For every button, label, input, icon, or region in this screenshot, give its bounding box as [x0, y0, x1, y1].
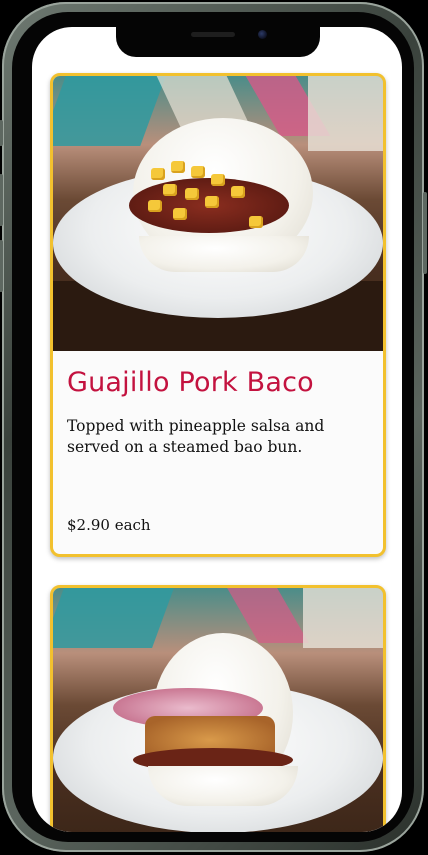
menu-item-card[interactable]: Guajillo Pork Baco Topped with pineapple…	[50, 73, 386, 557]
front-camera-icon	[258, 30, 267, 39]
screen: Guajillo Pork Baco Topped with pineapple…	[32, 27, 402, 832]
power-button	[423, 192, 427, 274]
menu-item-card[interactable]	[50, 585, 386, 832]
speaker-grille	[191, 32, 235, 37]
menu-item-price: $2.90 each	[67, 516, 151, 534]
notch	[116, 27, 320, 57]
menu-item-title: Guajillo Pork Baco	[67, 367, 314, 398]
menu-item-description: Topped with pineapple salsa and served o…	[67, 417, 325, 456]
menu-item-photo	[53, 588, 383, 832]
menu-item-photo	[53, 76, 383, 351]
volume-up-button	[0, 174, 3, 226]
volume-down-button	[0, 240, 3, 292]
mute-switch	[0, 120, 3, 146]
